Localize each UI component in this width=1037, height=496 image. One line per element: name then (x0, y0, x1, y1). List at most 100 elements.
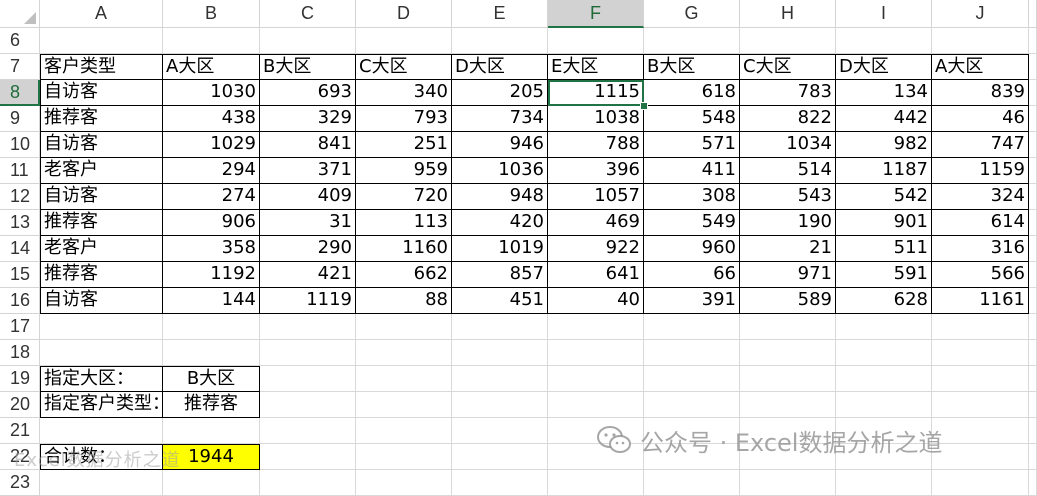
grid-cell[interactable] (1029, 392, 1037, 418)
grid-cell[interactable] (260, 28, 356, 54)
value-cell[interactable]: 543 (740, 184, 836, 210)
value-cell[interactable]: 1160 (356, 236, 452, 262)
grid-cell[interactable] (644, 392, 740, 418)
value-cell[interactable]: 438 (163, 106, 260, 132)
grid-cell[interactable] (1029, 340, 1037, 366)
value-cell[interactable]: 857 (452, 262, 548, 288)
value-cell[interactable]: 566 (932, 262, 1029, 288)
grid-cell[interactable] (1029, 470, 1037, 496)
value-cell[interactable]: 324 (932, 184, 1029, 210)
value-cell[interactable]: 409 (260, 184, 356, 210)
value-cell[interactable]: 628 (836, 288, 932, 314)
value-cell[interactable]: 113 (356, 210, 452, 236)
row-header[interactable]: 16 (0, 288, 40, 314)
grid-cell[interactable] (1029, 262, 1037, 288)
grid-cell[interactable] (260, 470, 356, 496)
grid-cell[interactable] (260, 444, 356, 470)
column-header[interactable]: I (836, 0, 932, 28)
grid-cell[interactable] (356, 444, 452, 470)
grid-cell[interactable] (1029, 158, 1037, 184)
value-cell[interactable]: 1019 (452, 236, 548, 262)
grid-cell[interactable] (356, 418, 452, 444)
select-all-corner[interactable] (0, 0, 40, 28)
value-cell[interactable]: 358 (163, 236, 260, 262)
value-cell[interactable]: 1057 (548, 184, 644, 210)
grid-cell[interactable] (1029, 132, 1037, 158)
grid-cell[interactable] (452, 392, 548, 418)
grid-cell[interactable] (836, 392, 932, 418)
value-cell[interactable]: 693 (260, 80, 356, 106)
value-cell[interactable]: 783 (740, 80, 836, 106)
customer-type-cell[interactable]: 推荐客 (40, 210, 163, 236)
grid-cell[interactable] (452, 28, 548, 54)
column-header[interactable]: F (548, 0, 644, 28)
grid-cell[interactable] (163, 314, 260, 340)
row-header[interactable]: 9 (0, 106, 40, 132)
fill-handle[interactable] (640, 102, 648, 110)
grid-cell[interactable] (1029, 314, 1037, 340)
grid-cell[interactable] (932, 314, 1029, 340)
value-cell[interactable]: 31 (260, 210, 356, 236)
grid-cell[interactable] (740, 28, 836, 54)
row-header[interactable]: 15 (0, 262, 40, 288)
row-header[interactable]: 18 (0, 340, 40, 366)
value-cell[interactable]: 641 (548, 262, 644, 288)
value-cell[interactable]: 948 (452, 184, 548, 210)
customer-type-cell[interactable]: 老客户 (40, 158, 163, 184)
grid-cell[interactable] (452, 418, 548, 444)
value-cell[interactable]: 396 (548, 158, 644, 184)
grid-cell[interactable] (932, 340, 1029, 366)
grid-cell[interactable] (356, 314, 452, 340)
value-cell[interactable]: 40 (548, 288, 644, 314)
value-cell[interactable]: 901 (836, 210, 932, 236)
grid-cell[interactable] (932, 470, 1029, 496)
grid-cell[interactable] (452, 444, 548, 470)
grid-cell[interactable] (260, 340, 356, 366)
value-cell[interactable]: 1159 (932, 158, 1029, 184)
customer-type-cell[interactable]: 推荐客 (40, 262, 163, 288)
grid-cell[interactable] (260, 314, 356, 340)
grid-cell[interactable] (548, 340, 644, 366)
row-header[interactable]: 8 (0, 80, 40, 106)
value-cell[interactable]: 788 (548, 132, 644, 158)
value-cell[interactable]: 88 (356, 288, 452, 314)
grid-cell[interactable] (356, 392, 452, 418)
grid-cell[interactable] (644, 314, 740, 340)
grid-cell[interactable] (932, 418, 1029, 444)
row-header[interactable]: 17 (0, 314, 40, 340)
value-cell[interactable]: 571 (644, 132, 740, 158)
value-cell[interactable]: 290 (260, 236, 356, 262)
grid-cell[interactable] (260, 418, 356, 444)
value-cell[interactable]: 274 (163, 184, 260, 210)
value-cell[interactable]: 294 (163, 158, 260, 184)
grid-cell[interactable] (644, 470, 740, 496)
grid-cell[interactable] (452, 314, 548, 340)
column-header[interactable]: D (356, 0, 452, 28)
grid-cell[interactable] (40, 470, 163, 496)
row-header[interactable]: 14 (0, 236, 40, 262)
customer-type-cell[interactable]: 自访客 (40, 132, 163, 158)
value-cell[interactable]: 391 (644, 288, 740, 314)
grid-cell[interactable] (548, 366, 644, 392)
grid-cell[interactable] (644, 366, 740, 392)
value-cell[interactable]: 959 (356, 158, 452, 184)
grid-cell[interactable] (1029, 418, 1037, 444)
grid-cell[interactable] (548, 470, 644, 496)
value-cell[interactable]: 614 (932, 210, 1029, 236)
grid-cell[interactable] (548, 392, 644, 418)
value-cell[interactable]: 946 (452, 132, 548, 158)
value-cell[interactable]: 922 (548, 236, 644, 262)
grid-cell[interactable] (40, 314, 163, 340)
grid-cell[interactable] (740, 340, 836, 366)
grid-cell[interactable] (740, 366, 836, 392)
grid-cell[interactable] (932, 28, 1029, 54)
value-cell[interactable]: 340 (356, 80, 452, 106)
value-cell[interactable]: 21 (740, 236, 836, 262)
grid-cell[interactable] (740, 392, 836, 418)
value-cell[interactable]: 1030 (163, 80, 260, 106)
grid-cell[interactable] (836, 470, 932, 496)
value-cell[interactable]: 420 (452, 210, 548, 236)
value-cell[interactable]: 205 (452, 80, 548, 106)
grid-cell[interactable] (836, 28, 932, 54)
grid-cell[interactable] (836, 366, 932, 392)
